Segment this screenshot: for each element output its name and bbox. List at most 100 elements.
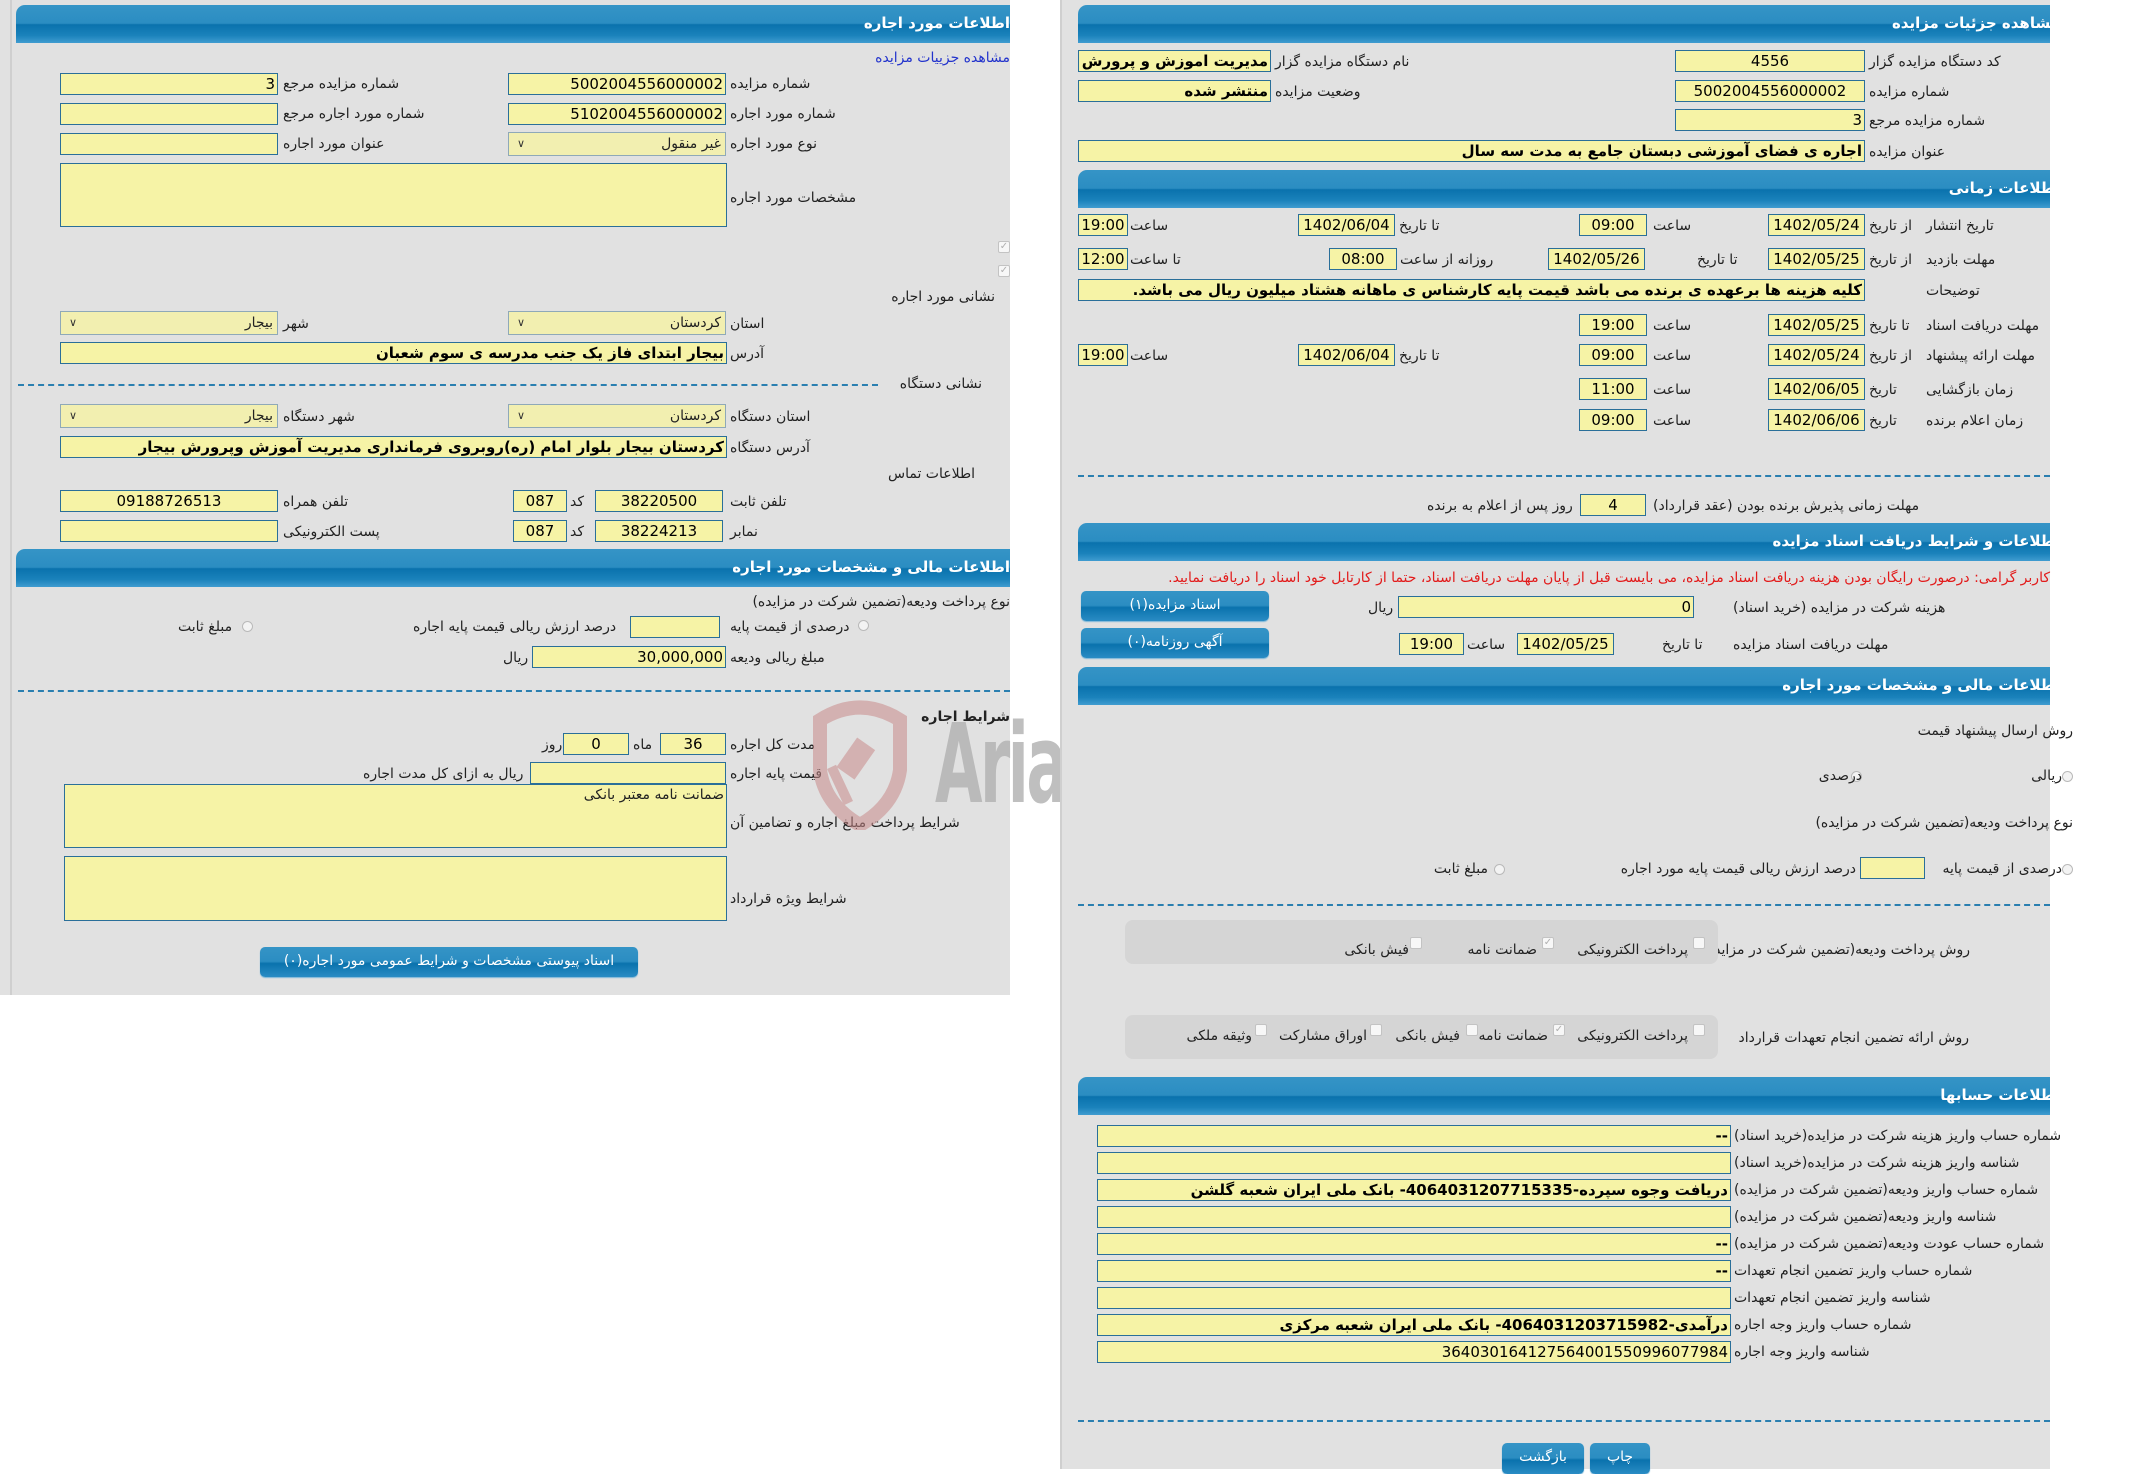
guarantee-method-property-checkbox[interactable] [1255,1024,1267,1036]
lease-attachments-button[interactable]: اسناد پیوستی مشخصات و شرایط عمومی مورد ا… [260,947,638,977]
guarantee-method-bonds-checkbox[interactable] [1370,1024,1382,1036]
fee-field[interactable]: 0 [1398,596,1694,618]
right-fixed-amount-radio[interactable] [1494,864,1505,875]
right-percent-of-base-radio[interactable] [2062,864,2073,875]
ref-auction-number-field[interactable]: 3 [60,73,278,95]
percent-of-base-field[interactable] [630,616,720,638]
guarantee-method-receipt-label: فیش بانکی [1395,1028,1460,1044]
account-value[interactable] [1097,1287,1731,1309]
ref-number-field-r[interactable]: 3 [1675,109,1865,131]
deposit-method-receipt-checkbox[interactable] [1410,937,1422,949]
account-value[interactable] [1097,1152,1731,1174]
auction-documents-button[interactable]: اسناد مزایده(۱) [1081,591,1269,621]
visit-daily-from-field[interactable]: 08:00 [1329,248,1397,270]
opening-time-field[interactable]: 11:00 [1579,378,1647,400]
back-button[interactable]: بازگشت [1502,1443,1584,1474]
org-name-field[interactable]: مدیریت اموزش و پرورش شهرستان بیجار [1078,50,1271,72]
deposit-method-guarantee-checkbox[interactable]: ✓ [1542,937,1554,949]
deposit-type-label: نوع پرداخت ودیعه(تضمین شرکت در مزایده) [752,594,1010,610]
notes-field[interactable]: کلیه هزینه ها برعهده ی برنده می باشد قیم… [1078,279,1865,301]
docs-deadline-date-field[interactable]: 1402/05/25 [1517,633,1614,655]
lease-type-select[interactable]: غیر منقول ∨ [508,132,726,156]
docs-header: اطلاعات و شرایط دریافت اسناد مزایده [1078,523,2050,561]
guarantee-method-electronic-checkbox[interactable] [1693,1024,1705,1036]
newspaper-ad-button[interactable]: آگهی روزنامه(۰) [1081,628,1269,658]
attachments-required-checkbox[interactable]: ✓ [998,241,1010,253]
org-code-field[interactable]: 4556 [1675,50,1865,72]
day-label: روز [542,737,563,753]
doc-deadline-date-field[interactable]: 1402/05/25 [1768,314,1865,336]
base-price-suffix: ریال به ازای کل مدت اجاره [363,766,524,782]
offer-from-time-field[interactable]: 09:00 [1579,344,1647,366]
lease-specs-textarea[interactable] [60,163,727,227]
guarantee-method-guarantee-label: ضمانت نامه [1478,1028,1548,1044]
publish-from-date-field[interactable]: 1402/05/24 [1768,214,1865,236]
publish-to-date-field[interactable]: 1402/06/04 [1298,214,1395,236]
auction-number-field[interactable]: 5002004556000002 [508,73,726,95]
right-percent-of-base-field[interactable] [1860,857,1925,879]
special-terms-textarea[interactable] [64,856,727,921]
base-price-field[interactable] [530,762,726,784]
duration-months-field[interactable]: 36 [660,733,726,755]
account-label: شماره حساب واریز تضمین انجام تعهدات [1734,1263,1973,1279]
print-button[interactable]: چاپ [1590,1443,1650,1474]
view-auction-details-link[interactable]: مشاهده جزییات مزایده [875,50,1010,66]
lease-title-field[interactable] [60,133,278,155]
payment-terms-textarea[interactable]: ضمانت نامه معتبر بانکی [64,784,727,848]
guarantee-method-receipt-checkbox[interactable] [1466,1024,1478,1036]
account-value[interactable]: 364030164127564001550996077984 [1097,1341,1731,1363]
phone-code-field[interactable]: 087 [513,490,567,512]
account-value[interactable] [1097,1206,1731,1228]
fee-rial-label: ریال [1368,600,1394,616]
status-field[interactable]: منتشر شده [1078,80,1271,102]
docs-deadline-time-label: ساعت [1467,637,1506,653]
account-value[interactable]: درآمدی-4064031203715982- بانک ملی ایران … [1097,1314,1731,1336]
publish-to-time-field[interactable]: 19:00 [1078,214,1128,236]
mobile-field[interactable]: 09188726513 [60,490,278,512]
terms-divider [18,690,1010,692]
account-value[interactable]: -- [1097,1125,1731,1147]
offer-from-date-label: از تاریخ [1869,348,1912,364]
winner-time-field[interactable]: 09:00 [1579,409,1647,431]
device-address-field[interactable]: کردستان بیجار بلوار امام (ره)روبروی فرما… [60,436,727,458]
doc-deadline-time-field[interactable]: 19:00 [1579,314,1647,336]
visit-to-time-field[interactable]: 12:00 [1078,248,1128,270]
ref-lease-item-number-field[interactable] [60,103,278,125]
auction-title-field[interactable]: اجاره ی فضای آموزشی دبستان جامع به مدت س… [1078,140,1865,162]
percent-of-base-radio[interactable] [858,620,869,631]
method-rial-radio[interactable] [2062,771,2073,782]
visit-from-date-field[interactable]: 1402/05/25 [1768,248,1865,270]
opening-date-field[interactable]: 1402/06/05 [1768,378,1865,400]
duration-days-field[interactable]: 0 [563,733,629,755]
guarantee-method-guarantee-checkbox[interactable]: ✓ [1553,1024,1565,1036]
fixed-amount-radio[interactable] [242,621,253,632]
offer-to-date-field[interactable]: 1402/06/04 [1298,344,1395,366]
account-label: شناسه واریز ودیعه(تضمین شرکت در مزایده) [1734,1209,1997,1225]
province-select[interactable]: کردستان ∨ [508,311,726,335]
address-field[interactable]: بیجار ابتدای فاز یک جنب مدرسه ی سوم شعبا… [60,342,727,364]
phone-field[interactable]: 38220500 [595,490,723,512]
email-field[interactable] [60,520,278,542]
offer-from-date-field[interactable]: 1402/05/24 [1768,344,1865,366]
account-value[interactable]: دریافت وجوه سپرده-4064031207715335- بانک… [1097,1179,1731,1201]
fax-field[interactable]: 38224213 [595,520,723,542]
deposit-method-electronic-checkbox[interactable] [1693,937,1705,949]
no-file-offer-checkbox[interactable]: ✓ [998,265,1010,277]
auction-number-field-r[interactable]: 5002004556000002 [1675,80,1865,102]
lease-title-label: عنوان مورد اجاره [283,136,385,152]
publish-from-time-field[interactable]: 09:00 [1579,214,1647,236]
acceptance-days-field[interactable]: 4 [1580,494,1646,516]
city-select[interactable]: بیجار ∨ [60,311,278,335]
docs-deadline-time-field[interactable]: 19:00 [1399,633,1464,655]
winner-date-field[interactable]: 1402/06/06 [1768,409,1865,431]
account-value[interactable]: -- [1097,1233,1731,1255]
offer-to-time-field[interactable]: 19:00 [1078,344,1128,366]
visit-to-date-field[interactable]: 1402/05/26 [1548,248,1645,270]
device-province-select[interactable]: کردستان ∨ [508,404,726,428]
account-value[interactable]: -- [1097,1260,1731,1282]
fax-code-field[interactable]: 087 [513,520,567,542]
lease-item-number-field[interactable]: 5102004556000002 [508,103,726,125]
device-city-select[interactable]: بیجار ∨ [60,404,278,428]
device-address-heading: نشانی دستگاه [899,376,982,392]
deposit-amount-field[interactable]: 30,000,000 [532,646,726,668]
